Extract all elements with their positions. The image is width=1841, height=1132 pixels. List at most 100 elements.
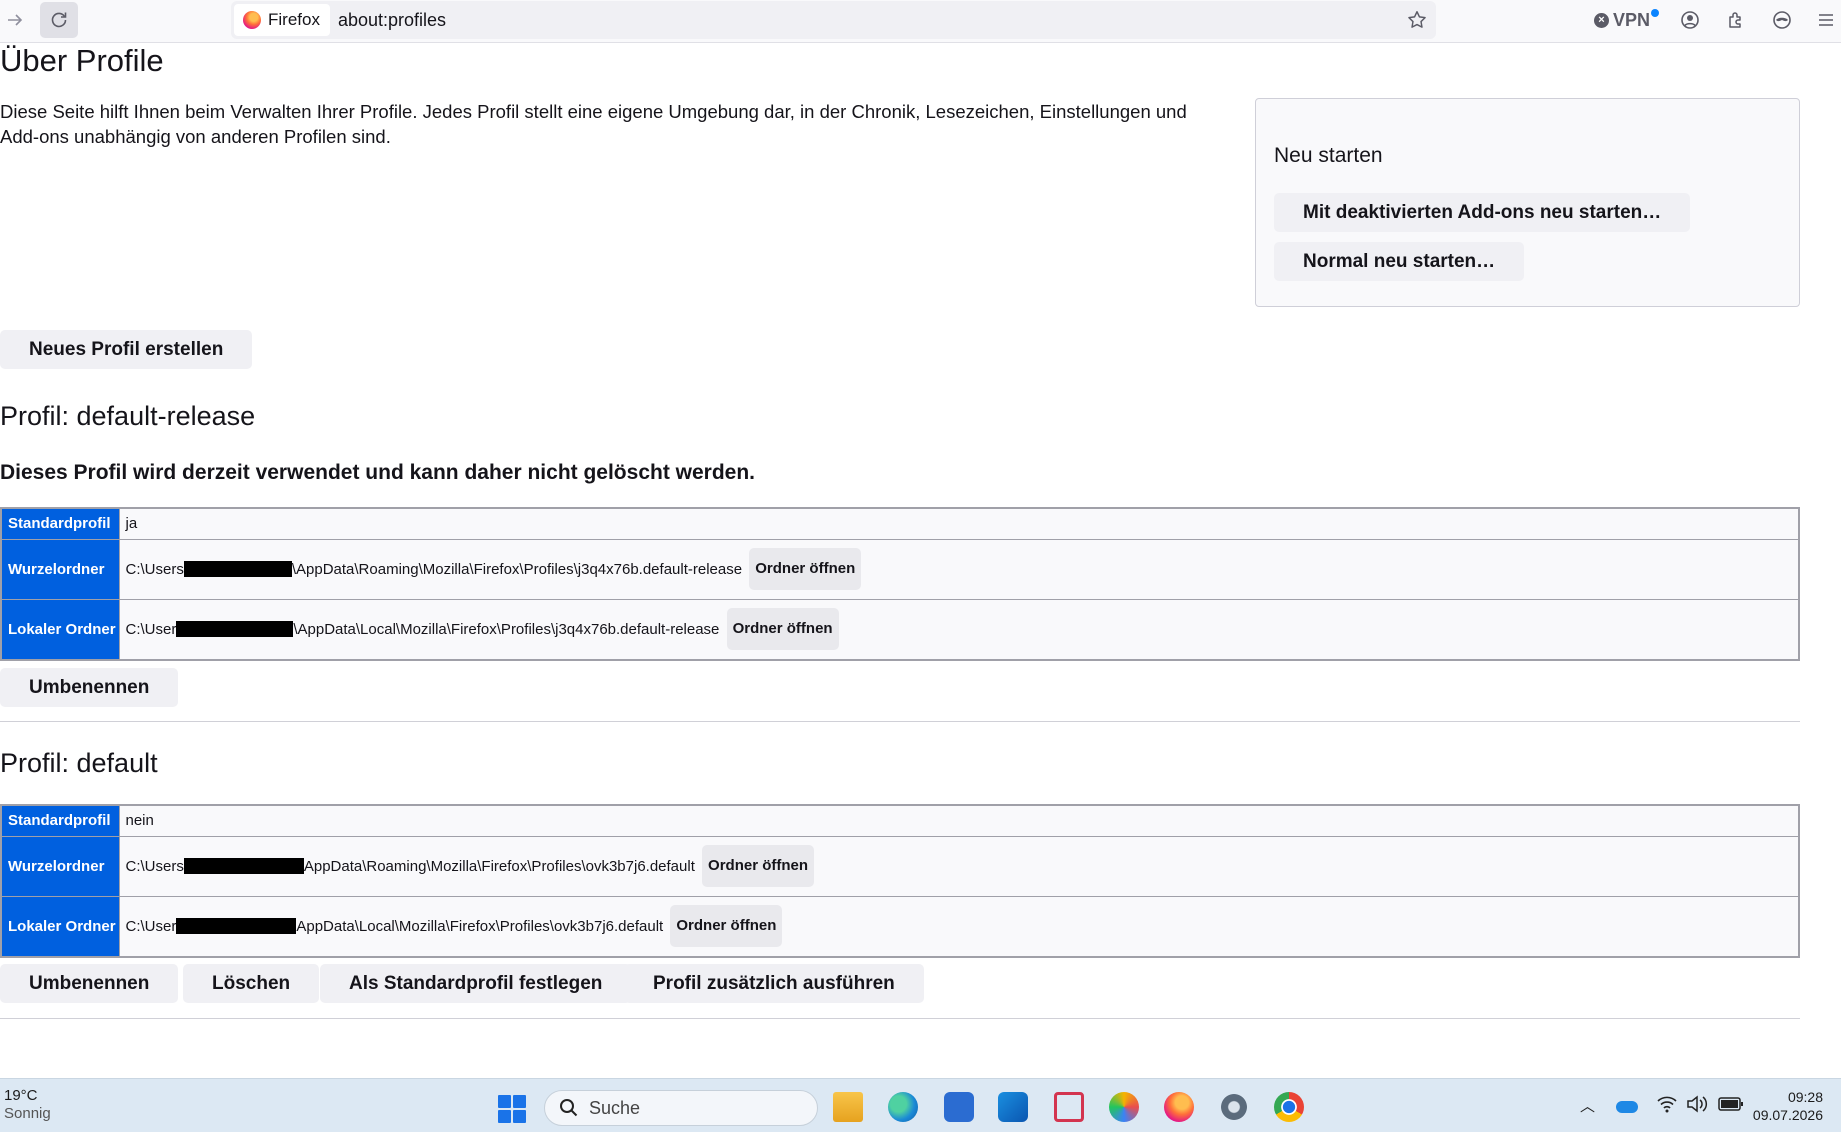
search-icon bbox=[560, 1099, 578, 1117]
about-profiles-page: Über Profile Diese Seite hilft Ihnen bei… bbox=[0, 43, 1841, 1078]
onedrive-cloud-icon[interactable] bbox=[1616, 1101, 1638, 1113]
taskbar-search[interactable]: Suche bbox=[544, 1090, 818, 1126]
root-folder-path-suffix: AppData\Roaming\Mozilla\Firefox\Profiles… bbox=[303, 857, 695, 875]
wifi-icon[interactable] bbox=[1656, 1095, 1678, 1113]
redaction-bar bbox=[183, 561, 292, 577]
edge-icon[interactable] bbox=[888, 1092, 918, 1122]
redaction-bar bbox=[183, 858, 304, 874]
default-profile-value: nein bbox=[118, 804, 1800, 837]
settings-icon[interactable] bbox=[1219, 1092, 1249, 1122]
open-local-folder-button[interactable]: Ordner öffnen bbox=[670, 905, 783, 948]
profile-properties-table: Standardprofil nein Wurzelordner C:\User… bbox=[0, 804, 1800, 958]
volume-icon[interactable] bbox=[1686, 1095, 1708, 1113]
root-folder-path-prefix: C:\Users bbox=[125, 857, 184, 875]
root-folder-cell: C:\Users \AppData\Roaming\Mozilla\Firefox… bbox=[118, 538, 1800, 600]
clock-time: 09:28 bbox=[1787, 1089, 1823, 1105]
browser-toolbar: Firefox about:profiles × VPN bbox=[0, 0, 1841, 43]
root-folder-path-prefix: C:\Users bbox=[125, 560, 184, 578]
default-profile-label: Standardprofil bbox=[0, 507, 120, 540]
local-folder-label: Lokaler Ordner bbox=[0, 895, 120, 958]
windows-logo-icon-part bbox=[513, 1095, 526, 1108]
windows-logo-icon bbox=[498, 1095, 511, 1108]
local-folder-label: Lokaler Ordner bbox=[0, 598, 120, 661]
profile-heading: Profil: default-release bbox=[0, 401, 256, 431]
reload-button[interactable] bbox=[40, 2, 78, 38]
profile-heading: Profil: default bbox=[0, 748, 158, 778]
local-folder-path-suffix: AppData\Local\Mozilla\Firefox\Profiles\o… bbox=[296, 917, 664, 935]
snipping-tool-icon[interactable] bbox=[1054, 1092, 1084, 1122]
local-folder-path-suffix: \AppData\Local\Mozilla\Firefox\Profiles\… bbox=[293, 620, 720, 638]
local-folder-path-prefix: C:\User bbox=[125, 620, 177, 638]
redaction-bar bbox=[176, 918, 297, 935]
firefox-icon[interactable] bbox=[1164, 1092, 1194, 1122]
redaction-bar bbox=[176, 621, 294, 638]
root-folder-path-suffix: \AppData\Roaming\Mozilla\Firefox\Profile… bbox=[291, 560, 743, 578]
private-mask-icon bbox=[1773, 11, 1791, 29]
url-bar[interactable]: Firefox about:profiles bbox=[231, 1, 1436, 39]
paint-icon[interactable] bbox=[1109, 1092, 1139, 1122]
forward-button[interactable] bbox=[2, 2, 28, 38]
start-button[interactable] bbox=[498, 1095, 526, 1123]
restart-normal-button[interactable]: Normal neu starten… bbox=[1274, 242, 1525, 281]
windows-logo-icon-part bbox=[498, 1110, 511, 1123]
vpn-off-icon: × bbox=[1594, 12, 1609, 28]
firefox-icon bbox=[243, 11, 261, 29]
windows-logo-icon-part bbox=[513, 1110, 526, 1123]
arrow-right-icon bbox=[8, 14, 23, 26]
firefox-view-button[interactable] bbox=[1767, 2, 1797, 38]
table-row: Lokaler Ordner C:\User AppData\Local\Mozi… bbox=[0, 895, 1800, 958]
vpn-label: VPN bbox=[1613, 9, 1651, 30]
table-row: Standardprofil ja bbox=[0, 507, 1800, 540]
account-icon bbox=[1681, 11, 1699, 29]
default-profile-value: ja bbox=[118, 507, 1800, 540]
chrome-icon[interactable] bbox=[1274, 1092, 1304, 1122]
open-root-folder-button[interactable]: Ordner öffnen bbox=[702, 845, 815, 887]
section-divider bbox=[0, 1018, 1800, 1019]
vpn-button[interactable]: × VPN bbox=[1594, 6, 1660, 34]
table-row: Wurzelordner C:\Users AppData\Roaming\Moz… bbox=[0, 835, 1800, 897]
weather-condition: Sonnig bbox=[4, 1105, 51, 1122]
account-button[interactable] bbox=[1675, 2, 1705, 38]
identity-label: Firefox bbox=[268, 10, 320, 29]
page-title: Über Profile bbox=[0, 43, 164, 78]
local-folder-cell: C:\User AppData\Local\Mozilla\Firefox\Pro… bbox=[118, 895, 1800, 958]
table-row: Wurzelordner C:\Users \AppData\Roaming\Mo… bbox=[0, 538, 1800, 600]
restart-panel: Neu starten Mit deaktivierten Add-ons ne… bbox=[1255, 98, 1800, 307]
profile-in-use-note: Dieses Profil wird derzeit verwendet und… bbox=[0, 461, 756, 484]
identity-box[interactable]: Firefox bbox=[234, 4, 330, 36]
weather-widget[interactable]: 19°C Sonnig bbox=[4, 1087, 51, 1123]
open-local-folder-button[interactable]: Ordner öffnen bbox=[726, 608, 839, 651]
store-icon[interactable] bbox=[944, 1092, 974, 1122]
url-text[interactable]: about:profiles bbox=[338, 10, 446, 31]
open-root-folder-button[interactable]: Ordner öffnen bbox=[749, 548, 862, 590]
search-placeholder: Suche bbox=[589, 1097, 641, 1118]
system-clock[interactable]: 09:28 09.07.2026 bbox=[1753, 1088, 1823, 1124]
section-divider bbox=[0, 721, 1800, 722]
app-menu-button[interactable] bbox=[1813, 2, 1839, 38]
show-hidden-icons-chevron-icon[interactable]: ︿ bbox=[1580, 1095, 1595, 1116]
root-folder-label: Wurzelordner bbox=[0, 835, 120, 897]
delete-profile-button[interactable]: Löschen bbox=[183, 964, 320, 1003]
set-default-profile-button[interactable]: Als Standardprofil festlegen bbox=[320, 964, 632, 1003]
launch-profile-button[interactable]: Profil zusätzlich ausführen bbox=[624, 964, 924, 1003]
create-profile-button[interactable]: Neues Profil erstellen bbox=[0, 330, 253, 369]
bookmark-star-icon[interactable] bbox=[1406, 9, 1428, 31]
table-row: Standardprofil nein bbox=[0, 804, 1800, 837]
rename-profile-button[interactable]: Umbenennen bbox=[0, 668, 179, 707]
root-folder-cell: C:\Users AppData\Roaming\Mozilla\Firefox\… bbox=[118, 835, 1800, 897]
restart-heading: Neu starten bbox=[1274, 144, 1383, 167]
windows-taskbar: 19°C Sonnig Suche ︿ 09:28 09.07.2026 bbox=[0, 1078, 1841, 1132]
hamburger-menu-icon bbox=[1819, 14, 1833, 26]
root-folder-label: Wurzelordner bbox=[0, 538, 120, 600]
table-row: Lokaler Ordner C:\User \AppData\Local\Moz… bbox=[0, 598, 1800, 661]
battery-icon[interactable] bbox=[1718, 1095, 1744, 1113]
restart-without-addons-button[interactable]: Mit deaktivierten Add-ons neu starten… bbox=[1274, 193, 1691, 232]
outlook-icon[interactable] bbox=[998, 1092, 1028, 1122]
weather-temperature: 19°C bbox=[4, 1087, 38, 1104]
extensions-button[interactable] bbox=[1721, 2, 1751, 38]
file-explorer-icon[interactable] bbox=[833, 1092, 863, 1122]
local-folder-cell: C:\User \AppData\Local\Mozilla\Firefox\Pr… bbox=[118, 598, 1800, 661]
vpn-status-dot bbox=[1651, 9, 1660, 17]
rename-profile-button[interactable]: Umbenennen bbox=[0, 964, 179, 1003]
reload-icon bbox=[51, 12, 67, 28]
